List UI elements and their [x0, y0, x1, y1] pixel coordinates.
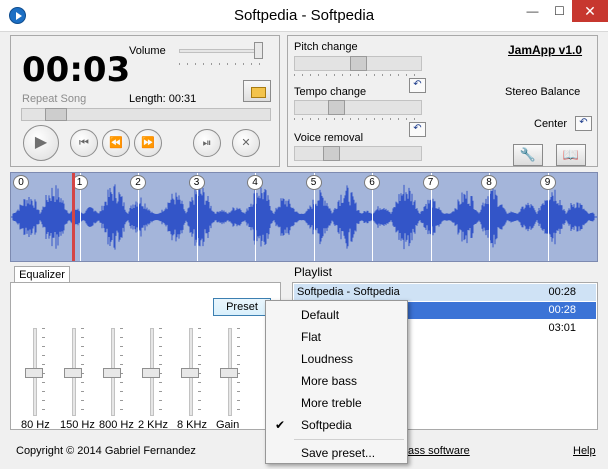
eq-band-thumb[interactable] — [142, 368, 160, 378]
window-title: Softpedia - Softpedia — [233, 7, 375, 24]
help-link[interactable]: Help — [573, 445, 596, 457]
equalizer-panel: Preset 80 Hz 150 Hz 800 Hz 2 KHz 8 KHz Gain — [10, 282, 281, 431]
play-button[interactable]: ▶ — [23, 125, 59, 161]
eq-band-label: Gain — [216, 419, 240, 431]
preset-menu-item[interactable]: More bass — [267, 370, 406, 392]
minimize-button[interactable]: — — [519, 0, 546, 22]
playlist-track-duration: 00:28 — [548, 304, 576, 316]
preset-menu-item-label: Default — [301, 308, 340, 322]
playhead[interactable] — [71, 173, 75, 261]
main-client: 00:03 Repeat Song Volume Length: 00:31 ▶… — [0, 32, 608, 469]
open-folder-button[interactable] — [243, 80, 271, 102]
section-marker[interactable]: 2 — [130, 175, 146, 190]
eq-band-label: 800 Hz — [99, 419, 134, 431]
pitch-ticks — [294, 74, 422, 76]
elapsed-time: 00:03 — [22, 50, 131, 90]
song-length: Length: 00:31 — [129, 93, 197, 105]
reset-tempo-button[interactable]: ↶ — [409, 122, 426, 137]
volume-slider-thumb[interactable] — [253, 42, 263, 59]
stop-button[interactable]: ✕ — [232, 129, 260, 157]
seek-bar-thumb[interactable] — [44, 108, 67, 121]
tempo-ticks — [294, 118, 422, 120]
repeat-song-toggle[interactable]: Repeat Song — [22, 93, 86, 105]
waveform-graphic — [11, 184, 597, 250]
software-link[interactable]: ass software — [408, 445, 470, 457]
preset-menu-item[interactable]: Loudness — [267, 348, 406, 370]
rewind-button[interactable]: ⏪ — [102, 129, 130, 157]
maximize-button[interactable]: ☐ — [546, 0, 573, 22]
preset-menu-item-label: More treble — [301, 396, 362, 410]
save-preset-menu-item[interactable]: Save preset... — [267, 442, 406, 464]
wrench-icon: 🔧 — [519, 147, 537, 162]
eq-band-label: 80 Hz — [21, 419, 50, 431]
playlist-track-duration: 00:28 — [548, 286, 576, 298]
tempo-slider[interactable] — [294, 100, 422, 115]
playlist-title: Playlist — [294, 265, 333, 279]
section-marker[interactable]: 8 — [481, 175, 497, 190]
eq-band-label: 2 KHz — [138, 419, 168, 431]
tools-button[interactable]: 🔧 — [513, 144, 543, 166]
stereo-balance-value: Center — [534, 118, 568, 130]
app-name-link[interactable]: JamApp v1.0 — [508, 43, 582, 57]
playlist-row[interactable]: Softpedia - Softpedia 00:28 — [294, 284, 596, 301]
volume-ticks — [179, 63, 263, 65]
eq-band-thumb[interactable] — [25, 368, 43, 378]
playlist-track-name: Softpedia - Softpedia — [297, 286, 400, 298]
preset-menu-item[interactable]: ✔ Softpedia — [267, 414, 406, 436]
tempo-slider-thumb[interactable] — [328, 100, 345, 115]
pause-button[interactable]: ⏯ — [193, 129, 221, 157]
reset-pitch-button[interactable]: ↶ — [409, 78, 426, 93]
previous-button[interactable]: ⏮ — [70, 129, 98, 157]
pitch-change-label: Pitch change — [294, 41, 358, 53]
preset-menu-item-label: Flat — [301, 330, 322, 344]
voice-removal-slider[interactable] — [294, 146, 422, 161]
preset-menu-item[interactable]: Default — [267, 304, 406, 326]
close-window-button[interactable]: ✕ — [572, 0, 608, 22]
section-marker[interactable]: 3 — [188, 175, 205, 190]
eq-band-thumb[interactable] — [103, 368, 121, 378]
preset-button[interactable]: Preset — [213, 298, 271, 316]
preset-menu-item[interactable]: Flat — [267, 326, 406, 348]
section-marker[interactable]: 4 — [247, 175, 263, 190]
book-icon: 📖 — [562, 147, 580, 162]
section-marker[interactable]: 7 — [422, 175, 439, 190]
preset-menu-item-label: Softpedia — [301, 418, 352, 432]
fast-forward-button[interactable]: ⏩ — [134, 129, 162, 157]
voice-removal-label: Voice removal — [294, 132, 364, 144]
waveform-view[interactable]: 0123456789 — [10, 172, 598, 262]
eq-band-label: 150 Hz — [60, 419, 95, 431]
volume-slider[interactable] — [179, 49, 263, 53]
menu-separator — [294, 439, 404, 440]
help-book-button[interactable]: 📖 — [556, 144, 586, 166]
pitch-slider[interactable] — [294, 56, 422, 71]
volume-label: Volume — [129, 45, 166, 57]
eq-band-label: 8 KHz — [177, 419, 207, 431]
section-marker[interactable]: 6 — [364, 175, 380, 190]
preset-menu: Save preset... Default Flat Loudness More b… — [265, 300, 408, 464]
preset-menu-item-label: Loudness — [301, 352, 354, 366]
section-marker[interactable]: 0 — [13, 175, 29, 190]
effects-panel: Pitch change Tempo change ↶ Voice remova… — [287, 35, 598, 167]
reset-balance-button[interactable]: ↶ — [575, 116, 592, 131]
pitch-slider-thumb[interactable] — [350, 56, 367, 71]
preset-menu-item-label: More bass — [301, 374, 358, 388]
seek-bar[interactable] — [21, 108, 271, 121]
stereo-balance-label: Stereo Balance — [505, 86, 581, 98]
voice-removal-slider-thumb[interactable] — [322, 146, 340, 161]
player-panel: 00:03 Repeat Song Volume Length: 00:31 ▶… — [10, 35, 280, 167]
section-marker[interactable]: 9 — [539, 175, 556, 190]
playlist-track-duration: 03:01 — [548, 322, 576, 334]
preset-menu-item[interactable]: More treble — [267, 392, 406, 414]
copyright-text: Copyright © 2014 Gabriel Fernandez — [16, 445, 196, 457]
eq-band-thumb[interactable] — [181, 368, 199, 378]
title-bar: Softpedia - Softpedia — ☐ ✕ — [0, 0, 608, 32]
section-marker[interactable]: 5 — [305, 175, 322, 190]
eq-band-thumb[interactable] — [220, 368, 238, 378]
tempo-change-label: Tempo change — [294, 86, 367, 98]
eq-band-thumb[interactable] — [64, 368, 82, 378]
checkmark-icon: ✔ — [275, 418, 286, 432]
